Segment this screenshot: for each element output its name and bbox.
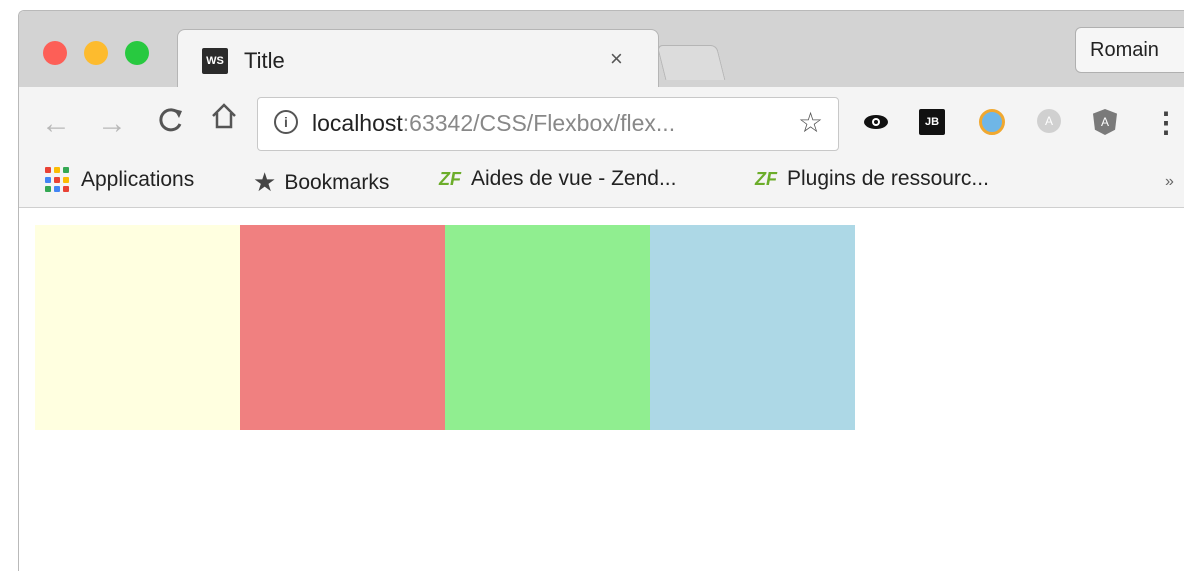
angular-extension-icon[interactable]: A bbox=[1093, 109, 1117, 135]
back-arrow-icon[interactable]: ← bbox=[41, 107, 71, 141]
url-text[interactable]: localhost:63342/CSS/Flexbox/flex... bbox=[312, 110, 675, 137]
info-icon[interactable]: i bbox=[274, 110, 298, 134]
bookmarks-bar: Applications ★ Bookmarks ZF Aides de vue… bbox=[19, 159, 1184, 208]
bookmark-star-icon[interactable]: ☆ bbox=[798, 106, 823, 139]
bookmarks-overflow-icon[interactable]: » bbox=[1165, 173, 1174, 191]
tab-title: Title bbox=[244, 48, 285, 73]
forward-arrow-icon[interactable]: → bbox=[97, 107, 127, 141]
flex-item-green bbox=[445, 225, 650, 430]
star-icon: ★ bbox=[253, 167, 277, 197]
url-host: localhost bbox=[312, 110, 403, 136]
home-icon-graphic bbox=[212, 103, 236, 129]
minimize-window-button[interactable] bbox=[84, 41, 108, 65]
eye-extension-icon[interactable] bbox=[863, 109, 889, 135]
flex-item-yellow bbox=[35, 225, 240, 430]
address-bar[interactable]: i localhost:63342/CSS/Flexbox/flex... ☆ bbox=[257, 97, 839, 151]
home-icon[interactable] bbox=[209, 101, 239, 140]
profile-button[interactable]: Romain bbox=[1075, 27, 1184, 73]
bookmark-applications[interactable]: Applications bbox=[45, 167, 194, 193]
reload-icon[interactable] bbox=[155, 105, 185, 143]
bookmark-label: Aides de vue - Zend... bbox=[471, 167, 677, 190]
menu-kebab-icon[interactable]: ⋮ bbox=[1152, 107, 1180, 138]
tab-strip: WS Title × Romain bbox=[19, 11, 1184, 88]
tab-active[interactable]: WS Title × bbox=[177, 29, 659, 88]
apps-grid-icon bbox=[45, 167, 71, 193]
flex-container bbox=[35, 225, 855, 430]
page-content bbox=[19, 208, 1184, 571]
disabled-extension-icon[interactable]: A bbox=[1037, 109, 1061, 133]
toolbar: ← → i localhost:63342/CSS/Flexbox/flex..… bbox=[19, 87, 1184, 159]
bookmark-label: Bookmarks bbox=[284, 170, 390, 194]
clock-extension-icon[interactable] bbox=[979, 109, 1005, 135]
eye-icon bbox=[864, 115, 888, 129]
tab-close-icon[interactable]: × bbox=[610, 46, 623, 72]
zend-icon: ZF bbox=[439, 168, 461, 189]
zend-icon: ZF bbox=[755, 168, 777, 189]
flex-item-red bbox=[240, 225, 445, 430]
bookmark-zend-view-helpers[interactable]: ZF Aides de vue - Zend... bbox=[439, 167, 676, 191]
bookmark-label: Plugins de ressourc... bbox=[787, 167, 989, 190]
reload-icon-graphic bbox=[159, 108, 182, 132]
bookmark-folder-bookmarks[interactable]: ★ Bookmarks bbox=[253, 167, 389, 198]
browser-window: WS Title × Romain ← → i localhost:63342/… bbox=[18, 10, 1184, 571]
close-window-button[interactable] bbox=[43, 41, 67, 65]
webstorm-favicon-icon: WS bbox=[202, 48, 228, 74]
url-path: :63342/CSS/Flexbox/flex... bbox=[402, 110, 676, 136]
jetbrains-extension-icon[interactable]: JB bbox=[919, 109, 945, 135]
bookmark-zend-plugins[interactable]: ZF Plugins de ressourc... bbox=[755, 167, 989, 191]
flex-item-blue bbox=[650, 225, 855, 430]
bookmark-label: Applications bbox=[81, 168, 195, 191]
maximize-window-button[interactable] bbox=[125, 41, 149, 65]
new-tab-button[interactable] bbox=[656, 45, 726, 80]
